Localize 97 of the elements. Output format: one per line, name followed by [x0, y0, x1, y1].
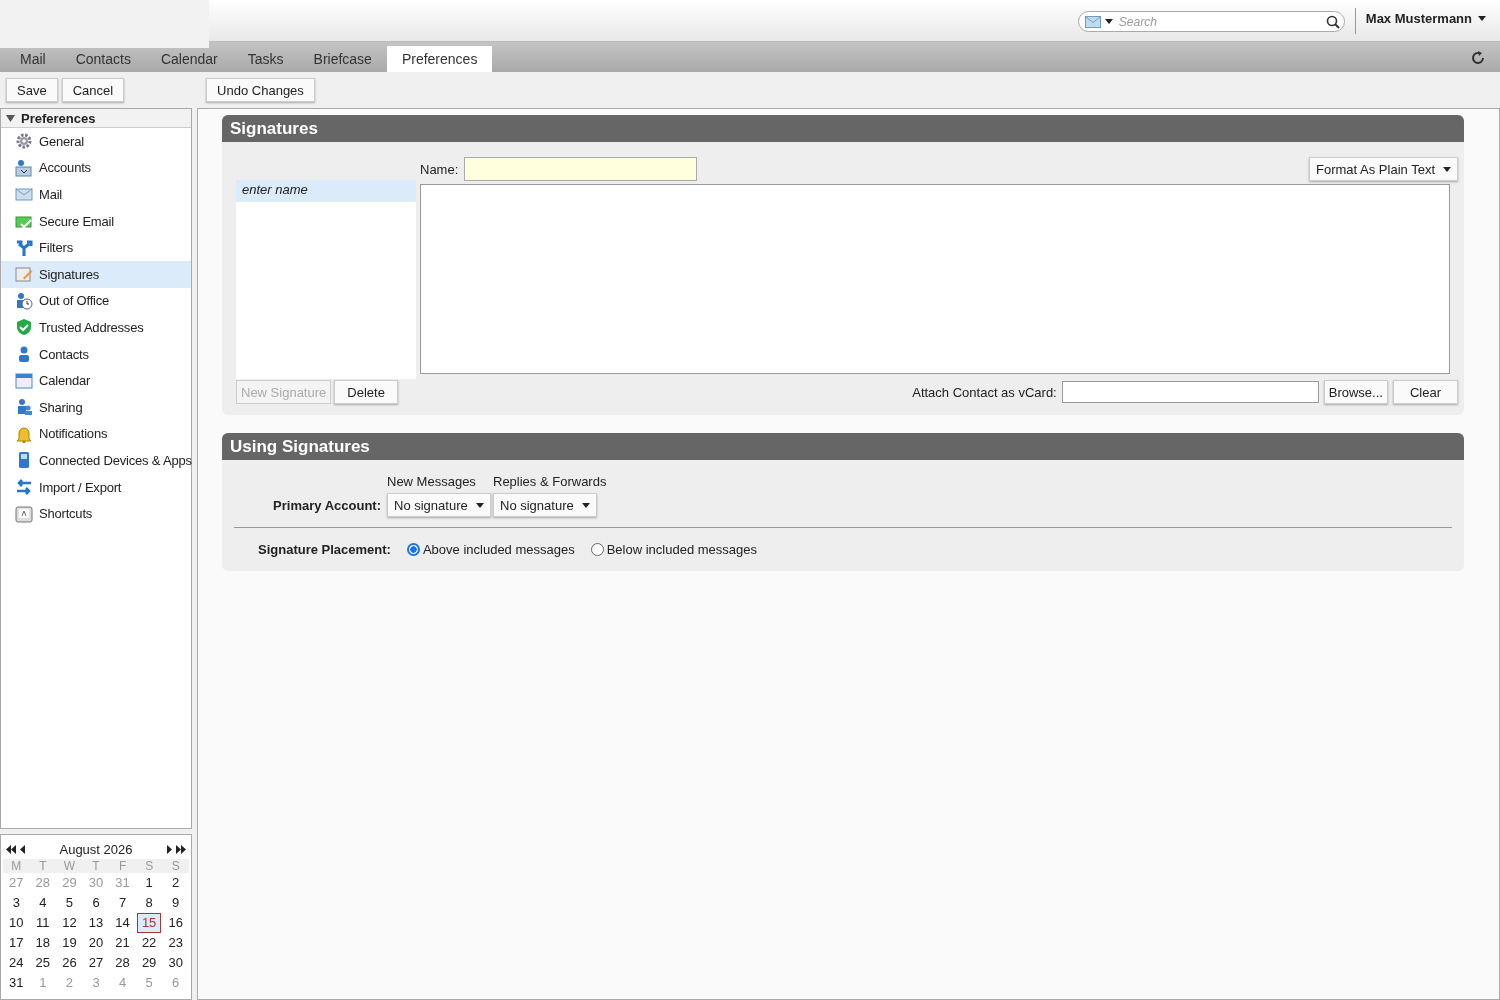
- field-label: Name:: [420, 161, 459, 177]
- placement-radio[interactable]: Below included messages: [590, 542, 757, 557]
- weekday-label: T: [29, 859, 57, 873]
- search-icon[interactable]: [1325, 14, 1340, 29]
- calendar-icon: [15, 371, 33, 390]
- person-envelope-icon: [15, 158, 33, 177]
- calendar-day[interactable]: 5: [57, 893, 82, 913]
- envelope-icon: [1084, 15, 1101, 28]
- radio-button[interactable]: [406, 543, 420, 556]
- calendar-day[interactable]: 15: [136, 913, 162, 933]
- app-tab[interactable]: Tasks: [232, 46, 299, 72]
- weekday-label: S: [135, 859, 163, 873]
- signature-dropdown[interactable]: No signature: [493, 493, 597, 517]
- calendar-day[interactable]: 7: [110, 893, 135, 913]
- calendar-day[interactable]: 8: [136, 893, 162, 913]
- column-header: New Messages: [387, 474, 477, 489]
- calendar-day[interactable]: 2: [163, 873, 188, 893]
- double-right-arrow-icon[interactable]: [176, 844, 186, 854]
- calendar-day[interactable]: 6: [83, 893, 109, 913]
- calendar-day[interactable]: 31: [4, 973, 29, 993]
- expand-arrow-icon: [6, 113, 15, 123]
- field-label: Attach Contact as vCard:: [912, 384, 1057, 400]
- calendar-day[interactable]: 14: [110, 913, 135, 933]
- caret-icon: [1478, 15, 1486, 21]
- calendar-day[interactable]: 28: [110, 953, 135, 973]
- calendar-day[interactable]: 13: [83, 913, 109, 933]
- app-tab[interactable]: Contacts: [60, 46, 146, 72]
- calendar-day[interactable]: 12: [57, 913, 82, 933]
- calendar-day[interactable]: 17: [4, 933, 29, 953]
- caret-icon: [1104, 19, 1113, 24]
- calendar-day[interactable]: 3: [4, 893, 29, 913]
- app-tab[interactable]: Calendar: [145, 46, 233, 72]
- calendar-day[interactable]: 1: [136, 873, 162, 893]
- calendar-day[interactable]: 20: [83, 933, 109, 953]
- app-tab[interactable]: Preferences: [386, 46, 493, 72]
- calendar-day[interactable]: 18: [30, 933, 56, 953]
- toolbar-button[interactable]: Cancel: [61, 78, 125, 102]
- caret-icon: [1443, 166, 1451, 172]
- clear-button[interactable]: Clear: [1392, 380, 1458, 404]
- section-title: Using Signatures: [222, 433, 1464, 460]
- weekday-label: S: [162, 859, 189, 873]
- vcard-field[interactable]: [1061, 381, 1319, 403]
- gear-icon: [15, 132, 33, 151]
- tree-header[interactable]: Preferences: [1, 109, 191, 128]
- bell-icon: [15, 424, 33, 443]
- app-tab[interactable]: Briefcase: [298, 46, 387, 72]
- radio-button[interactable]: [590, 543, 604, 556]
- undo-button[interactable]: Undo Changes: [206, 78, 315, 102]
- delete-button[interactable]: Delete: [334, 380, 398, 404]
- person-clock-icon: [15, 291, 33, 310]
- calendar-day[interactable]: 24: [4, 953, 29, 973]
- calendar-day[interactable]: 22: [136, 933, 162, 953]
- calendar-day[interactable]: 19: [57, 933, 82, 953]
- refresh-icon[interactable]: [1470, 50, 1486, 66]
- toolbar-button[interactable]: Save: [6, 78, 58, 102]
- caret-icon: [581, 502, 590, 508]
- calendar-day[interactable]: 30: [163, 953, 188, 973]
- calendar-day[interactable]: 26: [57, 953, 82, 973]
- pencil-document-icon: [15, 265, 33, 284]
- signature-dropdown[interactable]: No signature: [387, 493, 491, 517]
- format-dropdown[interactable]: Format As Plain Text: [1309, 157, 1458, 181]
- name-field[interactable]: [464, 157, 698, 181]
- placement-radio[interactable]: Above included messages: [406, 542, 575, 557]
- calendar-day[interactable]: 25: [30, 953, 56, 973]
- section-title: Signatures: [222, 115, 1464, 142]
- sidebar-item[interactable]: Signatures: [1, 260, 191, 288]
- shield-check-icon: [15, 318, 33, 337]
- weekday-label: W: [56, 859, 83, 873]
- calendar-day[interactable]: 23: [163, 933, 188, 953]
- double-left-arrow-icon[interactable]: [6, 844, 16, 854]
- search-field[interactable]: Search: [1077, 11, 1345, 32]
- weekday-label: F: [109, 859, 136, 873]
- weekday-label: T: [82, 859, 110, 873]
- row-label: Primary Account:: [272, 497, 381, 513]
- field-label: Signature Placement:: [258, 542, 391, 557]
- envelope-icon: [15, 185, 33, 204]
- calendar-day[interactable]: 9: [163, 893, 188, 913]
- calendar-day[interactable]: 11: [30, 913, 56, 933]
- calendar-day[interactable]: 4: [30, 893, 56, 913]
- right-arrow-icon[interactable]: [166, 844, 172, 854]
- weekday-label: M: [3, 859, 30, 873]
- arrows-icon: [15, 478, 33, 496]
- keyboard-key-icon: [15, 504, 33, 523]
- calendar-day[interactable]: 27: [83, 953, 109, 973]
- user-menu[interactable]: Max Mustermann: [1365, 8, 1486, 28]
- app-tab[interactable]: Mail: [5, 46, 61, 72]
- calendar-day[interactable]: 16: [163, 913, 188, 933]
- people-icon: [15, 398, 33, 417]
- calendar-month: August 2026: [58, 841, 134, 857]
- calendar-day[interactable]: 21: [110, 933, 135, 953]
- caret-icon: [475, 502, 484, 508]
- filter-icon: [15, 238, 33, 257]
- signature-list-item[interactable]: enter name: [236, 180, 416, 202]
- calendar-day[interactable]: 29: [136, 953, 162, 973]
- left-arrow-icon[interactable]: [20, 844, 26, 854]
- calendar-day[interactable]: 10: [4, 913, 29, 933]
- browse-button[interactable]: Browse...: [1323, 380, 1388, 404]
